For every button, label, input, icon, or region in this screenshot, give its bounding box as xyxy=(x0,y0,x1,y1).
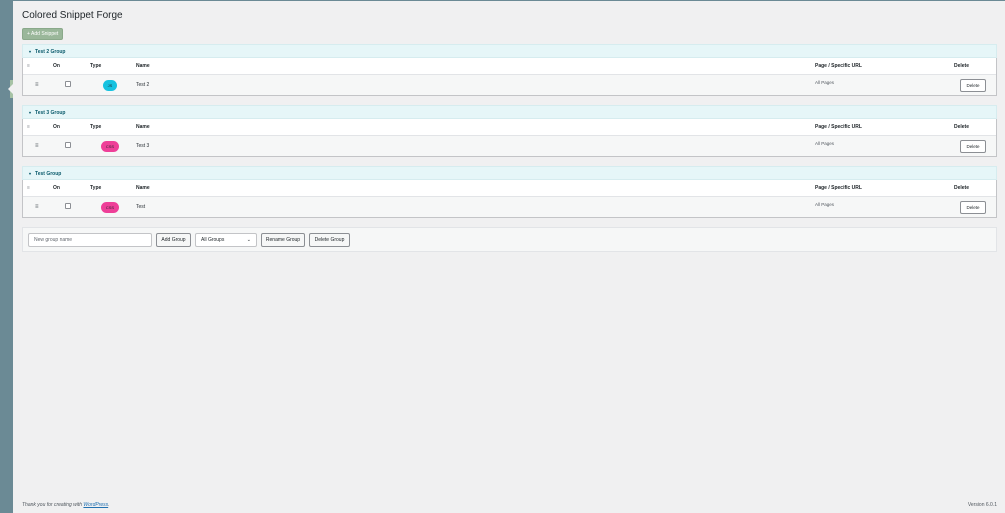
snippet-url: All Pages xyxy=(815,202,835,207)
footer-thanks-prefix: Thank you for creating with xyxy=(22,502,84,508)
column-header-on: On xyxy=(53,185,60,191)
on-cell xyxy=(65,197,71,217)
delete-group-button[interactable]: Delete Group xyxy=(309,233,350,247)
column-header-on: On xyxy=(53,124,60,130)
snippet-url: All Pages xyxy=(815,80,835,85)
group-header[interactable]: ▾ Test 2 Group xyxy=(22,44,997,58)
admin-sidebar xyxy=(0,0,13,513)
group-name: Test 3 Group xyxy=(35,110,66,116)
caret-down-icon[interactable]: ▾ xyxy=(29,45,31,59)
snippet-name: Test 2 xyxy=(136,82,150,88)
column-header-name: Name xyxy=(136,63,150,69)
group-select[interactable]: All Groups ⌄ xyxy=(195,233,257,247)
snippet-table: ≡ On Type Name Page / Specific URL Delet… xyxy=(22,180,997,218)
chevron-down-icon: ⌄ xyxy=(246,237,251,243)
column-header-name: Name xyxy=(136,185,150,191)
new-group-name-input[interactable]: New group name xyxy=(28,233,152,247)
snippet-group: ▾ Test Group ≡ On Type Name Page / Specif… xyxy=(22,166,997,218)
snippet-table: ≡ On Type Name Page / Specific URL Delet… xyxy=(22,119,997,157)
group-controls-bar: New group name Add Group All Groups ⌄ Re… xyxy=(22,227,997,252)
column-header-type: Type xyxy=(90,63,102,69)
column-header-delete: Delete xyxy=(954,63,970,69)
column-header-type: Type xyxy=(90,124,102,130)
enable-checkbox[interactable] xyxy=(65,202,71,209)
column-header-type: Type xyxy=(90,185,102,191)
drag-handle-icon: ≡ xyxy=(27,185,30,191)
column-header-url: Page / Specific URL xyxy=(815,124,862,130)
column-header-on: On xyxy=(53,63,60,69)
caret-down-icon[interactable]: ▾ xyxy=(29,167,31,181)
column-header-delete: Delete xyxy=(954,124,970,130)
caret-down-icon[interactable]: ▾ xyxy=(29,106,31,120)
footer-thanks-suffix: . xyxy=(108,502,110,508)
group-name: Test 2 Group xyxy=(35,49,66,55)
snippet-table: ≡ On Type Name Page / Specific URL Delet… xyxy=(22,58,997,96)
rename-group-button[interactable]: Rename Group xyxy=(261,233,305,247)
snippet-group: ▾ Test 3 Group ≡ On Type Name Page / Spec… xyxy=(22,105,997,157)
snippet-url: All Pages xyxy=(815,141,835,146)
drag-handle-icon: ≡ xyxy=(27,63,30,69)
type-badge: JS xyxy=(103,80,117,91)
table-row: ≡ JS Test 2 All Pages Delete xyxy=(23,75,996,95)
type-badge: CSS xyxy=(101,141,119,152)
page-title: Colored Snippet Forge xyxy=(22,10,123,21)
group-header[interactable]: ▾ Test 3 Group xyxy=(22,105,997,119)
footer-thanks: Thank you for creating with WordPress. xyxy=(22,502,110,508)
table-header-row: ≡ On Type Name Page / Specific URL Delet… xyxy=(23,119,996,136)
group-header[interactable]: ▾ Test Group xyxy=(22,166,997,180)
drag-handle-icon: ≡ xyxy=(27,124,30,130)
type-badge: CSS xyxy=(101,202,119,213)
drag-handle-icon[interactable]: ≡ xyxy=(35,136,39,156)
group-name: Test Group xyxy=(35,171,62,177)
version-text: Version 6.0.1 xyxy=(967,502,997,508)
column-header-name: Name xyxy=(136,124,150,130)
group-select-value: All Groups xyxy=(201,237,225,243)
wordpress-link[interactable]: WordPress xyxy=(83,502,108,508)
delete-button[interactable]: Delete xyxy=(960,79,986,92)
table-header-row: ≡ On Type Name Page / Specific URL Delet… xyxy=(23,180,996,197)
column-header-url: Page / Specific URL xyxy=(815,63,862,69)
snippet-group: ▾ Test 2 Group ≡ On Type Name Page / Spec… xyxy=(22,44,997,96)
drag-handle-icon[interactable]: ≡ xyxy=(35,197,39,217)
delete-button[interactable]: Delete xyxy=(960,140,986,153)
snippet-name: Test 3 xyxy=(136,143,150,149)
column-header-delete: Delete xyxy=(954,185,970,191)
add-group-button[interactable]: Add Group xyxy=(156,233,191,247)
drag-handle-icon[interactable]: ≡ xyxy=(35,75,39,95)
on-cell xyxy=(65,136,71,156)
top-border xyxy=(0,0,1005,1)
enable-checkbox[interactable] xyxy=(65,141,71,148)
table-row: ≡ CSS Test All Pages Delete xyxy=(23,197,996,217)
column-header-url: Page / Specific URL xyxy=(815,185,862,191)
enable-checkbox[interactable] xyxy=(65,80,71,87)
table-header-row: ≡ On Type Name Page / Specific URL Delet… xyxy=(23,58,996,75)
sidebar-collapse-arrow-icon[interactable] xyxy=(8,84,13,94)
add-snippet-button[interactable]: + Add Snippet xyxy=(22,28,64,40)
table-row: ≡ CSS Test 3 All Pages Delete xyxy=(23,136,996,156)
delete-button[interactable]: Delete xyxy=(960,201,986,214)
on-cell xyxy=(65,75,71,95)
snippet-name: Test xyxy=(136,204,146,210)
